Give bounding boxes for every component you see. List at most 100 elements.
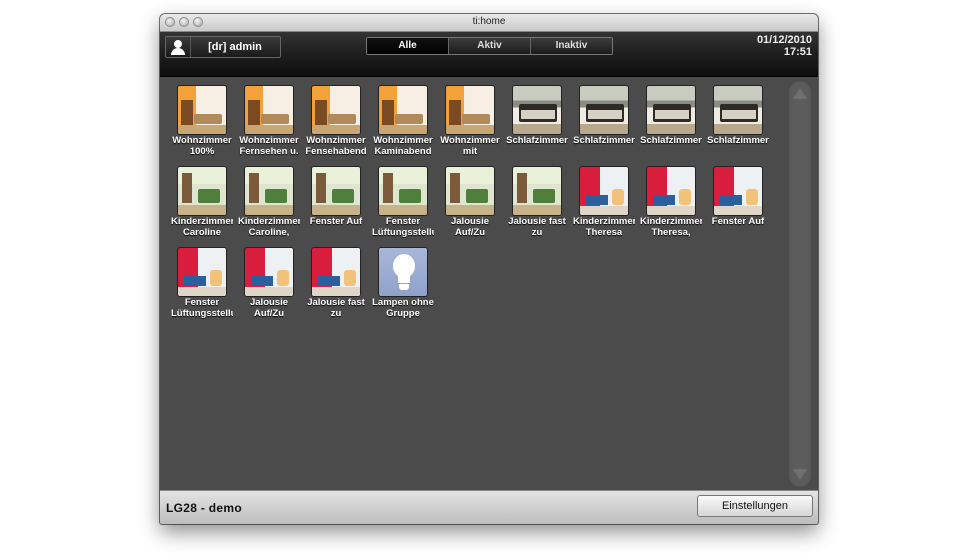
scene-tile[interactable]: Wohnzimmer Kaminabend bbox=[372, 85, 434, 157]
filter-tab-alle[interactable]: Alle bbox=[367, 38, 449, 54]
vertical-scrollbar[interactable] bbox=[788, 80, 812, 488]
living-room-thumb bbox=[177, 85, 227, 135]
tile-label-line2: Auf/Zu bbox=[253, 309, 285, 319]
date-time-display: 01/12/2010 17:51 bbox=[757, 34, 812, 58]
tile-label-line1: Fenster bbox=[385, 217, 421, 227]
status-bar: LG28 - demo Einstellungen bbox=[160, 490, 818, 524]
scroll-down-arrow-icon[interactable] bbox=[793, 469, 807, 480]
kids-room-green-thumb bbox=[378, 166, 428, 216]
filter-segmented-control: Alle Aktiv Inaktiv bbox=[366, 37, 613, 55]
user-button[interactable]: [dr] admin bbox=[165, 36, 281, 58]
tile-label-line1: Kinderzimmer bbox=[573, 217, 635, 227]
tile-label-line2: Caroline, bbox=[248, 228, 290, 238]
kids-room-red-thumb bbox=[646, 166, 696, 216]
tile-label-line2: 100% bbox=[189, 147, 215, 157]
tile-label-line2: Gruppe bbox=[386, 309, 420, 319]
tile-label-line2: Theresa, bbox=[651, 228, 691, 238]
scene-tile[interactable]: Wohnzimmer Fernsehen u. bbox=[238, 85, 300, 157]
bedroom-thumb bbox=[579, 85, 629, 135]
window-title: ti:home bbox=[472, 16, 506, 27]
tile-label-line1: Lampen ohne bbox=[372, 298, 434, 308]
app-window: ti:home [dr] admin Alle Aktiv Inaktiv 01… bbox=[160, 14, 818, 524]
tile-label-line2: zu bbox=[531, 228, 543, 238]
tile-label-line2: Fensehabend bbox=[305, 147, 367, 157]
filter-tab-inaktiv[interactable]: Inaktiv bbox=[531, 38, 612, 54]
title-bar: ti:home bbox=[160, 14, 818, 32]
tile-label-line1: Schlafzimmer bbox=[640, 136, 702, 146]
kids-room-red-thumb bbox=[244, 247, 294, 297]
scene-tile[interactable]: Schlafzimmer bbox=[640, 85, 702, 147]
tile-label-line2: mit bbox=[462, 147, 478, 157]
tile-label-line2: Auf/Zu bbox=[454, 228, 486, 238]
tile-label-line1: Jalousie fast bbox=[508, 217, 566, 227]
tile-label-line1: Fenster Auf bbox=[309, 217, 363, 227]
settings-button[interactable]: Einstellungen bbox=[697, 495, 813, 517]
tile-label-line1: Jalousie bbox=[450, 217, 490, 227]
tile-label-line1: Schlafzimmer bbox=[506, 136, 568, 146]
user-label: [dr] admin bbox=[208, 41, 262, 53]
tile-label-line1: Schlafzimmer bbox=[573, 136, 635, 146]
date-text: 01/12/2010 bbox=[756, 34, 812, 46]
scene-tile[interactable]: Kinderzimmer Caroline, bbox=[238, 166, 300, 238]
tile-label-line2: Theresa bbox=[585, 228, 623, 238]
tile-label-line2: zu bbox=[330, 309, 342, 319]
kids-room-green-thumb bbox=[177, 166, 227, 216]
scene-tile[interactable]: Fenster Auf bbox=[305, 166, 367, 228]
kids-room-green-thumb bbox=[445, 166, 495, 216]
scene-tile[interactable]: Fenster Auf bbox=[707, 166, 769, 228]
scene-tile[interactable]: Lampen ohne Gruppe bbox=[372, 247, 434, 319]
time-text: 17:51 bbox=[783, 46, 812, 58]
tile-label-line1: Kinderzimmer bbox=[238, 217, 300, 227]
kids-room-green-thumb bbox=[311, 166, 361, 216]
scene-tile[interactable]: Schlafzimmer bbox=[573, 85, 635, 147]
light-bulb-icon bbox=[378, 247, 428, 297]
scene-tile[interactable]: Jalousie Auf/Zu bbox=[439, 166, 501, 238]
scene-tile[interactable]: Jalousie Auf/Zu bbox=[238, 247, 300, 319]
scene-tile[interactable]: Schlafzimmer bbox=[707, 85, 769, 147]
bedroom-thumb bbox=[512, 85, 562, 135]
filter-tab-aktiv[interactable]: Aktiv bbox=[449, 38, 531, 54]
scene-tile[interactable]: Wohnzimmer mit bbox=[439, 85, 501, 157]
scene-tile[interactable]: Jalousie fast zu bbox=[506, 166, 568, 238]
tile-label-line1: Wohnzimmer bbox=[239, 136, 299, 146]
tile-label-line2: Lüftungsstellur bbox=[171, 309, 233, 319]
tile-label-line1: Jalousie fast bbox=[307, 298, 365, 308]
bedroom-thumb bbox=[646, 85, 696, 135]
scroll-up-arrow-icon[interactable] bbox=[793, 88, 807, 99]
kids-room-red-thumb bbox=[713, 166, 763, 216]
living-room-thumb bbox=[378, 85, 428, 135]
scene-tile[interactable]: FensterLüftungsstellur bbox=[372, 166, 434, 238]
living-room-thumb bbox=[244, 85, 294, 135]
tile-label-line1: Fenster Auf bbox=[711, 217, 765, 227]
tile-label-line1: Wohnzimmer bbox=[172, 136, 232, 146]
bedroom-thumb bbox=[713, 85, 763, 135]
kids-room-green-thumb bbox=[244, 166, 294, 216]
tile-label-line1: Kinderzimmer bbox=[640, 217, 702, 227]
scene-tile[interactable]: Kinderzimmer Caroline bbox=[171, 166, 233, 238]
scene-tile[interactable]: Kinderzimmer Theresa, bbox=[640, 166, 702, 238]
scene-tile[interactable]: Jalousie fast zu bbox=[305, 247, 367, 319]
tile-label-line2: Lüftungsstellur bbox=[372, 228, 434, 238]
scene-tile[interactable]: Wohnzimmer Fensehabend bbox=[305, 85, 367, 157]
tile-label-line1: Jalousie bbox=[249, 298, 289, 308]
tile-label-line1: Wohnzimmer bbox=[306, 136, 366, 146]
scene-tile[interactable]: Wohnzimmer 100% bbox=[171, 85, 233, 157]
kids-room-red-thumb bbox=[177, 247, 227, 297]
tile-label-line1: Schlafzimmer bbox=[707, 136, 769, 146]
scene-tile[interactable]: FensterLüftungsstellur bbox=[171, 247, 233, 319]
tile-label-line2: Fernsehen u. bbox=[239, 147, 299, 157]
scene-tile[interactable]: Kinderzimmer Theresa bbox=[573, 166, 635, 238]
tile-label-line2: Kaminabend bbox=[374, 147, 432, 157]
kids-room-red-thumb bbox=[579, 166, 629, 216]
tile-label-line1: Fenster bbox=[184, 298, 220, 308]
kids-room-green-thumb bbox=[512, 166, 562, 216]
scene-tile[interactable]: Schlafzimmer bbox=[506, 85, 568, 147]
kids-room-red-thumb bbox=[311, 247, 361, 297]
tile-label-line1: Kinderzimmer bbox=[171, 217, 233, 227]
status-text: LG28 - demo bbox=[166, 501, 242, 515]
tile-label-line2: Caroline bbox=[182, 228, 221, 238]
living-room-thumb bbox=[445, 85, 495, 135]
tile-label-line1: Wohnzimmer bbox=[440, 136, 500, 146]
user-icon bbox=[166, 37, 191, 57]
scene-grid: Wohnzimmer 100% Wohnzimmer Fernsehen u. Wohn… bbox=[160, 77, 786, 490]
